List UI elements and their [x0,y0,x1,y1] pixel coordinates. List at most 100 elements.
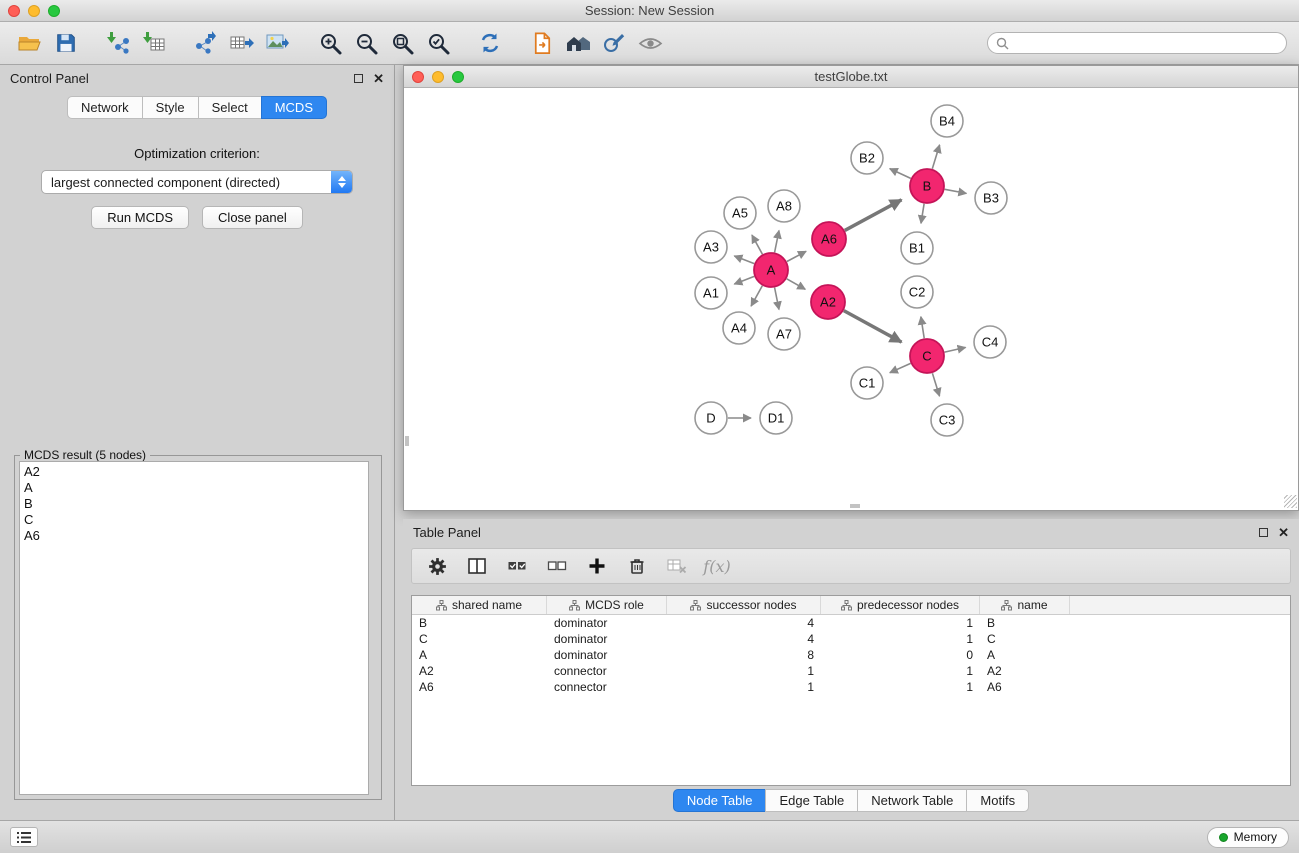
optimization-criterion-dropdown[interactable]: largest connected component (directed) [41,170,353,194]
deselect-all-button[interactable] [542,552,572,580]
function-builder-button[interactable]: f(x) [702,552,732,580]
run-mcds-button[interactable]: Run MCDS [91,206,189,229]
search-input[interactable] [1015,36,1278,50]
table-row[interactable]: A2connector11A2 [412,663,1290,679]
graph-node-D1[interactable]: D1 [760,402,792,434]
zoom-selected-button[interactable] [420,26,456,60]
graph-node-A2[interactable]: A2 [811,285,845,319]
export-table-button[interactable] [224,26,260,60]
annotation-mode-button[interactable] [596,26,632,60]
show-columns-button[interactable] [462,552,492,580]
network-zoom-button[interactable] [452,71,464,83]
graph-node-A[interactable]: A [754,253,788,287]
graph-node-A6[interactable]: A6 [812,222,846,256]
mcds-result-item[interactable]: A [20,480,368,496]
close-panel-icon[interactable]: ✕ [373,72,384,85]
graph-node-A4[interactable]: A4 [723,312,755,344]
graph-edge-C-C1[interactable] [890,363,911,372]
network-close-button[interactable] [412,71,424,83]
show-hide-button[interactable] [632,26,668,60]
graph-edge-C-C2[interactable] [921,317,924,339]
delete-table-button[interactable] [662,552,692,580]
import-table-button[interactable] [136,26,172,60]
memory-button[interactable]: Memory [1207,827,1289,848]
zoom-window-button[interactable] [48,5,60,17]
open-session-button[interactable] [12,26,48,60]
graph-node-A3[interactable]: A3 [695,231,727,263]
graph-edge-A-A1[interactable] [734,276,754,284]
graph-node-B[interactable]: B [910,169,944,203]
graph-node-B1[interactable]: B1 [901,232,933,264]
tab-network[interactable]: Network [67,96,143,119]
mcds-result-item[interactable]: A6 [20,528,368,544]
graph-node-C3[interactable]: C3 [931,404,963,436]
graph-edge-B-B4[interactable] [932,145,939,169]
mcds-result-item[interactable]: C [20,512,368,528]
graph-edge-A2-C[interactable] [844,311,902,343]
zoom-fit-button[interactable] [384,26,420,60]
column-header-predecessor-nodes[interactable]: predecessor nodes [821,596,980,614]
graph-node-C1[interactable]: C1 [851,367,883,399]
canvas-vertical-scroll-hint[interactable] [405,436,409,446]
window-resize-grip[interactable] [1284,495,1297,508]
column-header-shared-name[interactable]: shared name [412,596,547,614]
minimize-window-button[interactable] [28,5,40,17]
table-row[interactable]: Bdominator41B [412,615,1290,631]
export-image-button[interactable] [260,26,296,60]
import-network-button[interactable] [100,26,136,60]
graph-edge-A6-B[interactable] [845,200,902,231]
search-box[interactable] [987,32,1287,54]
graph-edge-A-A5[interactable] [752,235,763,254]
network-canvas[interactable]: B4B2BB3A5A8A6B1A3AC2A1A2A4A7CC4C1C3DD1 [404,88,1298,509]
graph-edge-A-A7[interactable] [775,288,779,310]
add-column-button[interactable] [582,552,612,580]
tab-edge-table[interactable]: Edge Table [765,789,858,812]
graph-node-C[interactable]: C [910,339,944,373]
canvas-horizontal-scroll-hint[interactable] [850,504,860,508]
mcds-result-list[interactable]: A2ABCA6 [19,461,369,795]
table-row[interactable]: Cdominator41C [412,631,1290,647]
graph-node-A8[interactable]: A8 [768,190,800,222]
network-minimize-button[interactable] [432,71,444,83]
tab-mcds[interactable]: MCDS [261,96,327,119]
graph-edge-A-A8[interactable] [775,231,779,253]
graph-edge-A-A4[interactable] [751,286,762,306]
home-button[interactable] [560,26,596,60]
graph-node-D[interactable]: D [695,402,727,434]
table-settings-button[interactable] [422,552,452,580]
graph-edge-C-C4[interactable] [945,347,966,352]
zoom-in-button[interactable] [312,26,348,60]
table-row[interactable]: Adominator80A [412,647,1290,663]
refresh-view-button[interactable] [472,26,508,60]
select-all-button[interactable] [502,552,532,580]
graph-node-C2[interactable]: C2 [901,276,933,308]
graph-edge-B-B2[interactable] [890,169,911,179]
float-panel-icon[interactable] [354,74,363,83]
close-panel-button[interactable]: Close panel [202,206,303,229]
graph-node-A7[interactable]: A7 [768,318,800,350]
open-file-button[interactable] [524,26,560,60]
column-header-MCDS-role[interactable]: MCDS role [547,596,667,614]
close-table-panel-icon[interactable]: ✕ [1278,526,1289,539]
task-history-button[interactable] [10,827,38,847]
graph-node-B3[interactable]: B3 [975,182,1007,214]
mcds-result-item[interactable]: A2 [20,464,368,480]
graph-edge-B-B1[interactable] [921,204,924,224]
graph-node-C4[interactable]: C4 [974,326,1006,358]
delete-column-button[interactable] [622,552,652,580]
column-header-name[interactable]: name [980,596,1070,614]
tab-network-table[interactable]: Network Table [857,789,967,812]
tab-node-table[interactable]: Node Table [673,789,767,812]
float-table-panel-icon[interactable] [1259,528,1268,537]
export-network-button[interactable] [188,26,224,60]
table-row[interactable]: A6connector11A6 [412,679,1290,695]
tab-motifs[interactable]: Motifs [966,789,1029,812]
zoom-out-button[interactable] [348,26,384,60]
graph-node-A1[interactable]: A1 [695,277,727,309]
graph-node-B4[interactable]: B4 [931,105,963,137]
graph-node-A5[interactable]: A5 [724,197,756,229]
save-session-button[interactable] [48,26,84,60]
tab-style[interactable]: Style [142,96,199,119]
mcds-result-item[interactable]: B [20,496,368,512]
graph-edge-A-A2[interactable] [787,279,806,290]
